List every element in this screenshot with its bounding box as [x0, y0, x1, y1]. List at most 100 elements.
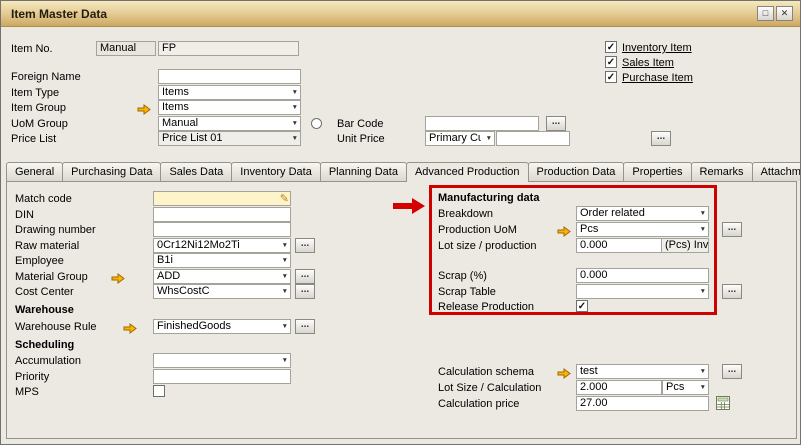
scrap-table-browse-button[interactable]: ... — [722, 284, 742, 299]
item-type-dropdown[interactable]: Items ▼ — [158, 85, 301, 100]
bar-code-label: Bar Code — [337, 118, 383, 131]
lot-size-production-field[interactable]: 0.000 — [576, 238, 662, 253]
uom-group-dropdown[interactable]: Manual ▼ — [158, 116, 301, 131]
chevron-down-icon: ▼ — [282, 273, 288, 281]
cost-center-dropdown[interactable]: WhsCostC ▼ — [153, 284, 291, 299]
warehouse-rule-dropdown[interactable]: FinishedGoods ▼ — [153, 319, 291, 334]
warehouse-rule-value: FinishedGoods — [157, 320, 231, 333]
calculation-price-field[interactable]: 27.00 — [576, 396, 709, 411]
chevron-down-icon: ▼ — [282, 288, 288, 296]
pencil-icon: ✎ — [280, 192, 289, 206]
window-title: Item Master Data — [11, 7, 107, 21]
title-bar[interactable]: Item Master Data □ ✕ — [1, 1, 800, 27]
lot-size-calculation-label: Lot Size / Calculation — [438, 382, 541, 395]
link-arrow-icon[interactable] — [557, 224, 571, 235]
item-no-field[interactable]: FP — [158, 41, 299, 56]
tab-inventory-data[interactable]: Inventory Data — [231, 162, 321, 181]
uom-group-label: UoM Group — [11, 118, 68, 131]
tab-planning-data[interactable]: Planning Data — [320, 162, 407, 181]
cost-center-browse-button[interactable]: ... — [295, 284, 315, 299]
chevron-down-icon: ▼ — [282, 242, 288, 250]
scheduling-section-header: Scheduling — [15, 339, 74, 351]
scrap-pct-field[interactable]: 0.000 — [576, 268, 709, 283]
cost-center-label: Cost Center — [15, 286, 74, 299]
item-no-label: Item No. — [11, 43, 53, 56]
match-code-field[interactable]: ✎ — [153, 191, 291, 206]
price-list-dropdown[interactable]: Price List 01 ▼ — [158, 131, 301, 146]
calculation-schema-dropdown[interactable]: test ▼ — [576, 364, 709, 379]
employee-dropdown[interactable]: B1i ▼ — [153, 253, 291, 268]
tab-properties[interactable]: Properties — [623, 162, 691, 181]
scrap-pct-label: Scrap (%) — [438, 270, 487, 283]
maximize-button[interactable]: □ — [757, 6, 774, 21]
foreign-name-field[interactable] — [158, 69, 301, 84]
priority-field[interactable] — [153, 369, 291, 384]
calculation-schema-value: test — [580, 365, 598, 378]
material-group-browse-button[interactable]: ... — [295, 269, 315, 284]
calculator-icon[interactable] — [715, 395, 731, 416]
material-group-value: ADD — [157, 270, 180, 283]
tab-attachments[interactable]: Attachments — [752, 162, 801, 181]
production-uom-browse-button[interactable]: ... — [722, 222, 742, 237]
link-arrow-icon[interactable] — [111, 271, 125, 282]
bar-code-browse-button[interactable]: ... — [546, 116, 566, 131]
close-button[interactable]: ✕ — [776, 6, 793, 21]
link-arrow-icon[interactable] — [137, 102, 151, 113]
warehouse-rule-browse-button[interactable]: ... — [295, 319, 315, 334]
item-no-mode-field[interactable]: Manual — [96, 41, 156, 56]
sales-item-label: Sales Item — [622, 57, 674, 70]
drawing-number-field[interactable] — [153, 222, 291, 237]
production-uom-dropdown[interactable]: Pcs ▼ — [576, 222, 709, 237]
release-production-checkbox[interactable]: ✓ — [576, 300, 588, 312]
unit-price-currency: Primary Curr — [429, 132, 481, 145]
tab-remarks[interactable]: Remarks — [691, 162, 753, 181]
tab-production-data[interactable]: Production Data — [528, 162, 625, 181]
scrap-table-dropdown[interactable]: ▼ — [576, 284, 709, 299]
unit-price-browse-button[interactable]: ... — [651, 131, 671, 146]
warehouse-section-header: Warehouse — [15, 304, 74, 316]
calculation-price-label: Calculation price — [438, 398, 519, 411]
chevron-down-icon: ▼ — [292, 104, 298, 112]
raw-material-browse-button[interactable]: ... — [295, 238, 315, 253]
breakdown-dropdown[interactable]: Order related ▼ — [576, 206, 709, 221]
item-type-value: Items — [162, 86, 189, 99]
item-master-data-window: Item Master Data □ ✕ Item No. Manual FP … — [0, 0, 801, 445]
link-arrow-icon[interactable] — [123, 321, 137, 332]
purchase-item-checkbox[interactable]: ✓ — [605, 71, 617, 83]
unit-price-currency-dropdown[interactable]: Primary Curr ▼ — [425, 131, 495, 146]
item-group-dropdown[interactable]: Items ▼ — [158, 100, 301, 115]
lot-size-uom-field: (Pcs) Inve — [661, 238, 709, 253]
price-list-label: Price List — [11, 133, 56, 146]
bar-code-field[interactable] — [425, 116, 539, 131]
unit-price-field[interactable] — [496, 131, 570, 146]
mps-label: MPS — [15, 386, 39, 399]
mps-checkbox[interactable] — [153, 385, 165, 397]
sales-item-checkbox[interactable]: ✓ — [605, 56, 617, 68]
raw-material-dropdown[interactable]: 0Cr12Ni12Mo2Ti ▼ — [153, 238, 291, 253]
calculation-schema-browse-button[interactable]: ... — [722, 364, 742, 379]
breakdown-value: Order related — [580, 207, 645, 220]
lot-size-calculation-uom-dropdown[interactable]: Pcs ▼ — [662, 380, 709, 395]
warehouse-rule-label: Warehouse Rule — [15, 321, 97, 334]
cost-center-value: WhsCostC — [157, 285, 210, 298]
link-arrow-icon[interactable] — [557, 366, 571, 377]
production-uom-label: Production UoM — [438, 224, 517, 237]
material-group-dropdown[interactable]: ADD ▼ — [153, 269, 291, 284]
unit-price-label: Unit Price — [337, 133, 385, 146]
tab-advanced-production[interactable]: Advanced Production — [406, 162, 529, 182]
chevron-down-icon: ▼ — [282, 357, 288, 365]
annotation-arrow-icon — [392, 197, 426, 220]
inventory-item-checkbox[interactable]: ✓ — [605, 41, 617, 53]
tab-purchasing-data[interactable]: Purchasing Data — [62, 162, 161, 181]
raw-material-value: 0Cr12Ni12Mo2Ti — [157, 239, 240, 252]
lot-size-production-label: Lot size / production — [438, 240, 536, 253]
chevron-down-icon: ▼ — [292, 120, 298, 128]
tab-general[interactable]: General — [6, 162, 63, 181]
accumulation-dropdown[interactable]: ▼ — [153, 353, 291, 368]
chevron-down-icon: ▼ — [700, 288, 706, 296]
tab-sales-data[interactable]: Sales Data — [160, 162, 232, 181]
circle-button-icon[interactable] — [311, 118, 322, 129]
raw-material-label: Raw material — [15, 240, 79, 253]
din-field[interactable] — [153, 207, 291, 222]
lot-size-calculation-field[interactable]: 2.000 — [576, 380, 662, 395]
